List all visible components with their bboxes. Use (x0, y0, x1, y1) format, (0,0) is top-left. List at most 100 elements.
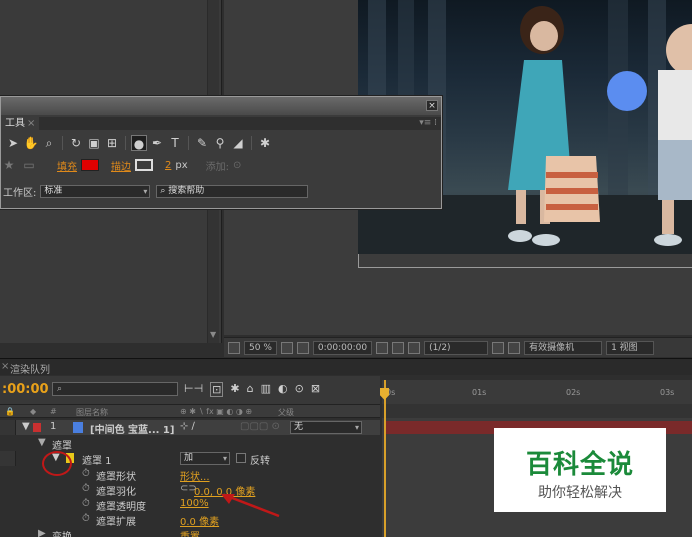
show-snapshot-icon[interactable] (392, 341, 405, 354)
color-channel-icon[interactable] (408, 341, 421, 354)
transform-reset[interactable]: 重置 (180, 528, 200, 537)
pen-tool-icon[interactable]: ✒ (149, 135, 165, 151)
divider (251, 136, 252, 150)
close-icon[interactable]: × (426, 100, 438, 111)
star-icon[interactable]: ★ (1, 157, 17, 173)
stroke-label[interactable]: 描边 (111, 158, 131, 173)
timeline-search-input[interactable]: ⌕ (52, 382, 178, 396)
mask-feather-row[interactable]: ⏱ 遮罩羽化 ⊂⊃ 0.0, 0.0 像素 (0, 482, 380, 498)
mask-opacity-row[interactable]: ⏱ 遮罩透明度 100% (0, 497, 380, 513)
zoom-select[interactable]: 50 % (244, 340, 277, 355)
col-parent[interactable]: 父级 (278, 407, 294, 418)
tools-titlebar[interactable]: × (1, 97, 441, 115)
graph-editor-icon[interactable]: ⊙ (295, 382, 304, 397)
mask1-label[interactable]: 遮罩 1 (82, 452, 112, 467)
live-update-icon[interactable]: ⊡ (210, 382, 224, 397)
hand-tool-icon[interactable]: ✋ (23, 135, 39, 151)
brush-tool-icon[interactable]: ✎ (194, 135, 210, 151)
stroke-width-unit: px (175, 159, 188, 171)
visibility-toggle[interactable] (0, 420, 16, 435)
stopwatch-icon[interactable]: ⏱ (82, 498, 90, 509)
current-time-indicator[interactable] (384, 380, 386, 537)
frame-blending-icon[interactable]: ▥ (261, 382, 271, 397)
stroke-width-value[interactable]: 2 (165, 160, 171, 171)
comp-mini-flowchart-icon[interactable]: ⊢⊣ (184, 382, 203, 397)
layer-color-swatch (73, 422, 83, 433)
search-help-label: 搜索帮助 (168, 185, 205, 196)
invert-checkbox[interactable] (236, 453, 246, 463)
panel-menu-icon[interactable]: ▾≡ ⁞ (419, 118, 437, 128)
selection-tool-icon[interactable]: ➤ (5, 135, 21, 151)
work-area-bar[interactable] (382, 404, 692, 418)
mask-visibility-toggle[interactable] (0, 451, 16, 466)
layer-row[interactable]: ▼ 1 [中间色 宝蓝... 1] ⊹ ∕ ▢▢▢ ⊙ 无 ▾ (0, 420, 380, 436)
expand-arrow-icon[interactable]: ▼ (22, 421, 30, 432)
layer-switch-icons[interactable]: ⊹ ∕ (180, 421, 195, 432)
tool-buttons: ➤ ✋ ⌕ ↻ ▣ ⊞ ● ✒ T ✎ ⚲ ◢ ✱ (5, 133, 273, 153)
brainstorm-icon[interactable]: ⊠ (311, 382, 320, 397)
tab-tools[interactable]: 工具 × (1, 117, 40, 130)
zoom-tool-icon[interactable]: ⌕ (41, 135, 57, 151)
mask-path-value[interactable]: 形状... (180, 468, 210, 483)
annotation-arrow (221, 494, 280, 518)
label-color-swatch[interactable] (33, 423, 41, 432)
stopwatch-icon[interactable]: ⏱ (82, 483, 90, 494)
camera-snapshot-icon[interactable] (376, 341, 389, 354)
ellipse-tool-icon[interactable]: ● (131, 135, 147, 151)
tab-close-icon[interactable]: × (27, 118, 35, 129)
switches-column-icons: ⊕ ✱ ∖ fx ▣ ◐ ◑ ⊕ (180, 407, 253, 416)
add-icon[interactable]: ⊙ (233, 160, 241, 171)
timecode-field[interactable]: 0:00:00:00 (312, 340, 373, 355)
stroke-color-swatch[interactable] (135, 159, 153, 171)
mask-mode-select[interactable]: 加 ▾ (180, 452, 230, 465)
stopwatch-icon[interactable]: ⏱ (82, 468, 90, 479)
eraser-tool-icon[interactable]: ◢ (230, 135, 246, 151)
blue-circle-shape[interactable] (607, 71, 647, 111)
fill-label[interactable]: 填充 (57, 158, 77, 173)
transparency-grid-icon[interactable] (508, 341, 521, 354)
pan-behind-tool-icon[interactable]: ⊞ (104, 135, 120, 151)
parent-select[interactable]: 无 ▾ (290, 421, 362, 434)
draft-3d-icon[interactable]: ✱ (230, 382, 239, 397)
puppet-pin-tool-icon[interactable]: ✱ (257, 135, 273, 151)
transform-row[interactable]: ▶ 变换 重置 (0, 527, 380, 537)
workspace-label: 工作区: (3, 187, 37, 199)
shy-layers-icon[interactable]: ⌂ (247, 382, 254, 397)
resolution-select[interactable]: (1/2) (424, 340, 489, 355)
rotate-tool-icon[interactable]: ↻ (68, 135, 84, 151)
collapse-arrow-icon[interactable]: ▼ (38, 437, 46, 448)
grid-icon[interactable] (280, 341, 293, 354)
views-select[interactable]: 1 视图 (606, 340, 655, 355)
camera-tool-icon[interactable]: ▣ (86, 135, 102, 151)
current-time-display[interactable]: :00:00 (2, 382, 49, 397)
col-source-name[interactable]: 图层名称 (76, 407, 108, 418)
motion-blur-icon[interactable]: ◐ (278, 382, 288, 397)
search-help-input[interactable]: ⌕ 搜索帮助 (156, 184, 309, 198)
timeline-column-header: 🔒 ◆ # 图层名称 ⊕ ✱ ∖ fx ▣ ◐ ◑ ⊕ 父级 (0, 404, 380, 418)
panel-close-icon[interactable]: × (1, 361, 9, 372)
mask-opacity-value[interactable]: 100% (180, 498, 209, 509)
timeline-header: :00:00 ⌕ ⊢⊣ ⊡ ✱ ⌂ ▥ ◐ ⊙ ⊠ (0, 376, 380, 404)
tab-render-queue[interactable]: 渲染队列 (10, 361, 50, 376)
region-of-interest-icon[interactable] (492, 341, 505, 354)
scroll-down-icon[interactable]: ▼ (210, 330, 216, 339)
mask-expansion-value[interactable]: 0.0 像素 (180, 513, 219, 528)
mask-visibility-icon[interactable] (296, 341, 309, 354)
workspace-select[interactable]: 标准 ▾ (40, 184, 151, 198)
mask-expansion-row[interactable]: ⏱ 遮罩扩展 0.0 像素 (0, 512, 380, 528)
stopwatch-icon[interactable]: ⏱ (82, 513, 90, 524)
clone-stamp-tool-icon[interactable]: ⚲ (212, 135, 228, 151)
layer-name[interactable]: [中间色 宝蓝... 1] (90, 421, 174, 436)
number-column-icon: # (50, 407, 57, 416)
tools-panel: × 工具 × ▾≡ ⁞ ➤ ✋ ⌕ ↻ ▣ ⊞ ● ✒ T ✎ ⚲ ◢ ✱ ★ ▭ (0, 96, 442, 209)
masks-group-row[interactable]: ▼ 遮罩 (0, 436, 380, 452)
layer-switch-boxes[interactable]: ▢▢▢ ⊙ (240, 421, 280, 432)
camera-select[interactable]: 有效摄像机 (524, 340, 603, 355)
expand-arrow-icon[interactable]: ▶ (38, 528, 46, 537)
region-icon[interactable] (228, 341, 240, 354)
text-tool-icon[interactable]: T (167, 135, 183, 151)
shape-layer-icon[interactable]: ▭ (21, 157, 37, 173)
time-ruler[interactable]: 0s 01s 02s 03s (382, 380, 692, 404)
fill-color-swatch[interactable] (81, 159, 99, 171)
mask-path-row[interactable]: ⏱ 遮罩形状 形状... (0, 467, 380, 483)
